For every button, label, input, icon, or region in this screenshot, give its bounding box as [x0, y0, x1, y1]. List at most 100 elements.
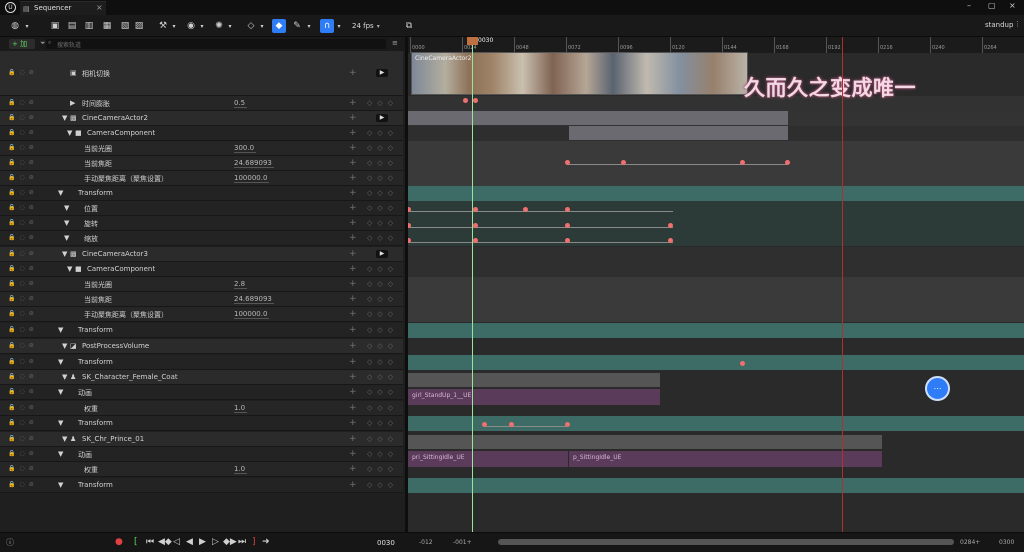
prev-key-icon[interactable]: ◇	[367, 219, 372, 227]
add-key-icon[interactable]: +	[349, 372, 357, 382]
next-key-icon[interactable]: ◇	[388, 280, 393, 288]
mute-icon[interactable]: ⊘	[29, 234, 34, 243]
solo-icon[interactable]: ◌	[19, 450, 24, 459]
track-toggle-icons[interactable]: 🔒 ◌ ⊘	[8, 481, 56, 490]
keyframe[interactable]	[565, 238, 570, 243]
lock-icon[interactable]: 🔒	[8, 280, 15, 289]
solo-icon[interactable]: ◌	[19, 234, 24, 243]
prev-key-icon[interactable]: ◇	[367, 435, 372, 443]
timeline-track[interactable]	[408, 231, 1024, 246]
next-key-icon[interactable]: ◇	[388, 373, 393, 381]
track-row[interactable]: 🔒 ◌ ⊘ ▼ 动画 + ◇ ◇ ◇	[0, 447, 403, 462]
actions-icon[interactable]: ▨	[132, 19, 146, 33]
next-key-icon[interactable]: ◇	[388, 204, 393, 212]
track-toggle-icons[interactable]: 🔒 ◌ ⊘	[8, 450, 56, 459]
next-key-icon[interactable]: ◇	[388, 342, 393, 350]
chevron-down-icon[interactable]: ▾	[223, 19, 237, 33]
jump-end-button[interactable]: ⏭	[238, 537, 246, 547]
track-toggle-icons[interactable]: 🔒 ◌ ⊘	[8, 159, 56, 168]
chevron-down-icon[interactable]: ▾	[195, 19, 209, 33]
solo-icon[interactable]: ◌	[19, 69, 24, 78]
track-value[interactable]: 24.689093	[234, 159, 274, 168]
track-toggle-icons[interactable]: 🔒 ◌ ⊘	[8, 114, 56, 123]
keyframe-nav[interactable]: ◇ ◇ ◇	[367, 310, 393, 318]
keyframe-nav[interactable]: ◇ ◇ ◇	[367, 450, 393, 458]
keyframe-nav[interactable]: ◇ ◇ ◇	[367, 373, 393, 381]
menu-icon[interactable]: ⋮	[1014, 20, 1021, 28]
lock-icon[interactable]: 🔒	[8, 326, 15, 335]
info-icon[interactable]: ⓘ	[6, 537, 14, 548]
prev-key-icon[interactable]: ◇	[367, 234, 372, 242]
floating-assist-button[interactable]: ⋯	[925, 376, 950, 401]
mute-icon[interactable]: ⊘	[29, 280, 34, 289]
prev-key-icon[interactable]: ◇	[367, 310, 372, 318]
track-toggle-icons[interactable]: 🔒 ◌ ⊘	[8, 250, 56, 259]
mute-icon[interactable]: ⊘	[29, 219, 34, 228]
mark-out-button[interactable]: ]	[252, 537, 256, 547]
lock-icon[interactable]: 🔒	[8, 450, 15, 459]
next-key-icon[interactable]: ◇	[388, 159, 393, 167]
solo-icon[interactable]: ◌	[19, 99, 24, 108]
keyframe-nav[interactable]: ◇ ◇ ◇	[367, 326, 393, 334]
keyframe-nav[interactable]: ◇ ◇ ◇	[367, 404, 393, 412]
add-keyframe-icon[interactable]: ◇	[377, 129, 382, 137]
mute-icon[interactable]: ⊘	[29, 204, 34, 213]
lock-icon[interactable]: 🔒	[8, 174, 15, 183]
mute-icon[interactable]: ⊘	[29, 250, 34, 259]
keyframe[interactable]	[473, 98, 478, 103]
solo-icon[interactable]: ◌	[19, 219, 24, 228]
track-toggle-icons[interactable]: 🔒 ◌ ⊘	[8, 204, 56, 213]
track-row[interactable]: 🔒 ◌ ⊘ ▼ 动画 + ◇ ◇ ◇	[0, 385, 403, 400]
anim-clip[interactable]: girl_StandUp_1__UE	[408, 389, 660, 405]
keyframe-nav[interactable]: ◇ ◇ ◇	[367, 342, 393, 350]
expand-arrow-icon[interactable]: ▼	[58, 450, 63, 458]
prev-key-icon[interactable]: ◇	[367, 373, 372, 381]
lock-icon[interactable]: 🔒	[8, 69, 15, 78]
maximize-icon[interactable]: ▢	[988, 1, 996, 10]
anim-clip[interactable]: p_SittingIdle_UE	[569, 451, 882, 467]
mute-icon[interactable]: ⊘	[29, 481, 34, 490]
timeline-track[interactable]	[408, 141, 1024, 156]
add-keyframe-icon[interactable]: ◇	[377, 280, 382, 288]
lock-icon[interactable]: 🔒	[8, 373, 15, 382]
lock-icon[interactable]: 🔒	[8, 419, 15, 428]
prev-key-icon[interactable]: ◇	[367, 129, 372, 137]
auto-key-icon[interactable]: ◆	[272, 19, 286, 33]
add-keyframe-icon[interactable]: ◇	[377, 310, 382, 318]
prev-key-icon[interactable]: ◇	[367, 404, 372, 412]
add-keyframe-icon[interactable]: ◇	[377, 450, 382, 458]
next-key-icon[interactable]: ◇	[388, 435, 393, 443]
mute-icon[interactable]: ⊘	[29, 358, 34, 367]
section-bar[interactable]	[408, 111, 788, 125]
timeline-track[interactable]	[408, 186, 1024, 201]
keyframe-nav[interactable]: ◇ ◇ ◇	[367, 204, 393, 212]
track-value[interactable]: 24.689093	[234, 295, 274, 304]
keyframe-nav[interactable]: ◇ ◇ ◇	[367, 295, 393, 303]
track-value[interactable]: 100000.0	[234, 174, 270, 183]
add-keyframe-icon[interactable]: ◇	[377, 204, 382, 212]
lock-icon[interactable]: 🔒	[8, 129, 15, 138]
timeline-track[interactable]	[408, 416, 1024, 431]
track-row[interactable]: 🔒 ◌ ⊘ ▣ 相机切换 + ▶	[0, 51, 403, 96]
lock-icon[interactable]: 🔒	[8, 219, 15, 228]
add-keyframe-icon[interactable]: ◇	[377, 435, 382, 443]
solo-icon[interactable]: ◌	[19, 265, 24, 274]
keyframe-nav[interactable]: ◇ ◇ ◇	[367, 465, 393, 473]
add-keyframe-icon[interactable]: ◇	[377, 295, 382, 303]
timeline-track[interactable]	[408, 323, 1024, 338]
keyframe[interactable]	[565, 160, 570, 165]
mark-in-button[interactable]: [	[134, 537, 138, 547]
expand-arrow-icon[interactable]: ▼	[62, 435, 67, 443]
mute-icon[interactable]: ⊘	[29, 129, 34, 138]
add-keyframe-icon[interactable]: ◇	[377, 373, 382, 381]
jump-start-button[interactable]: ⏮	[146, 537, 154, 547]
add-key-icon[interactable]: +	[349, 449, 357, 459]
add-track-button[interactable]: + 加	[9, 39, 35, 49]
add-keyframe-icon[interactable]: ◇	[377, 419, 382, 427]
track-row[interactable]: 🔒 ◌ ⊘ 当前焦距 24.689093 + ◇ ◇ ◇	[0, 292, 403, 307]
track-toggle-icons[interactable]: 🔒 ◌ ⊘	[8, 358, 56, 367]
track-row[interactable]: 🔒 ◌ ⊘ ▼ Transform + ◇ ◇ ◇	[0, 186, 403, 201]
lock-icon[interactable]: 🔒	[8, 99, 15, 108]
next-key-button[interactable]: ◆▶	[223, 537, 237, 547]
curve-editor-icon[interactable]: ⧉	[402, 19, 416, 33]
